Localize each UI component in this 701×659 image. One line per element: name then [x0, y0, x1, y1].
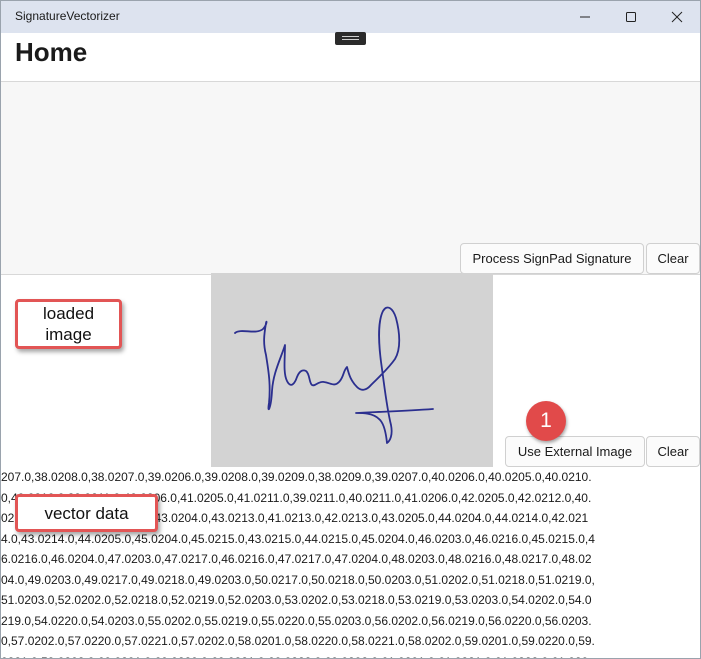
vector-data-annotation: vector data	[15, 494, 158, 532]
clear-signpad-button[interactable]: Clear	[646, 243, 700, 274]
signature-image	[234, 306, 434, 444]
maximize-icon	[626, 12, 636, 22]
vector-data-line: 04.0,49.0203.0,49.0217.0,49.0218.0,49.02…	[1, 572, 595, 587]
maximize-button[interactable]	[608, 1, 654, 33]
window-title: SignatureVectorizer	[15, 9, 120, 23]
vector-data-line: 51.0203.0,52.0202.0,52.0218.0,52.0219.0,…	[1, 593, 592, 607]
close-icon	[671, 11, 683, 23]
step-badge: 1	[526, 401, 566, 441]
vector-data-line: 0,57.0202.0,57.0220.0,57.0221.0,57.0202.…	[1, 634, 595, 648]
title-bar[interactable]: SignatureVectorizer	[1, 1, 700, 33]
page-title: Home	[15, 37, 88, 67]
loaded-image-annotation: loaded image	[15, 299, 122, 349]
close-button[interactable]	[654, 1, 700, 33]
use-external-image-button[interactable]: Use External Image	[505, 436, 645, 467]
vector-data-line: 219.0,54.0220.0,54.0203.0,55.0202.0,55.0…	[1, 613, 592, 628]
vector-data-line: 0221.0,59.0202.0,60.0201.0,60.0220.0,60.…	[1, 652, 700, 659]
process-signpad-button[interactable]: Process SignPad Signature	[460, 243, 644, 274]
vector-data-line: 6.0216.0,46.0204.0,47.0203.0,47.0217.0,4…	[1, 552, 592, 566]
minimize-icon	[580, 16, 590, 18]
vector-data-line: 207.0,38.0208.0,38.0207.0,39.0206.0,39.0…	[1, 470, 592, 484]
loaded-image	[211, 273, 493, 467]
clear-image-button[interactable]: Clear	[646, 436, 700, 467]
drag-handle-icon[interactable]	[335, 32, 366, 45]
minimize-button[interactable]	[562, 1, 608, 33]
app-window: SignatureVectorizer Home Process SignPad…	[0, 0, 701, 659]
